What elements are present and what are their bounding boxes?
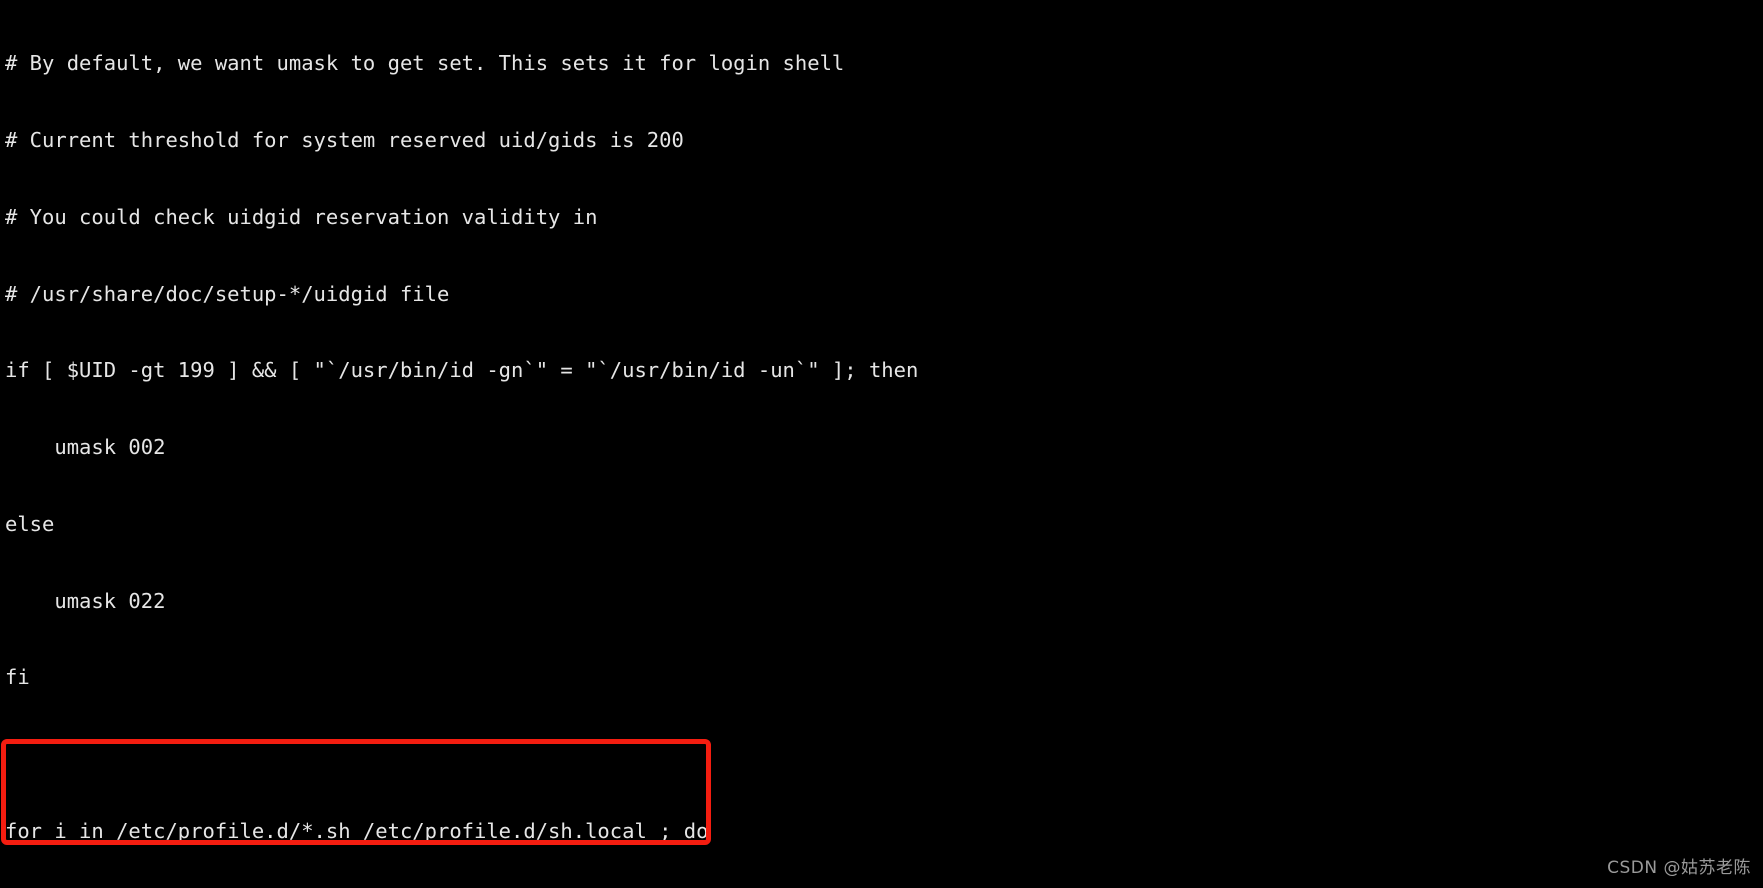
terminal-line: umask 022	[5, 588, 166, 613]
csdn-watermark: CSDN @姑苏老陈	[1607, 858, 1751, 878]
terminal-line: if [ $UID -gt 199 ] && [ "`/usr/bin/id -…	[5, 358, 919, 383]
terminal-line: for i in /etc/profile.d/*.sh /etc/profil…	[5, 819, 709, 843]
terminal-output: # By default, we want umask to get set. …	[0, 0, 1763, 888]
terminal-line: # You could check uidgid reservation val…	[5, 204, 598, 229]
terminal-line: # /usr/share/doc/setup-*/uidgid file	[5, 281, 450, 306]
terminal-line: else	[5, 511, 55, 536]
terminal-line: # Current threshold for system reserved …	[5, 127, 684, 152]
terminal-line: umask 002	[5, 435, 166, 460]
terminal-screen[interactable]: # By default, we want umask to get set. …	[0, 0, 1763, 888]
terminal-line: # By default, we want umask to get set. …	[5, 51, 845, 76]
terminal-line: fi	[5, 665, 30, 690]
